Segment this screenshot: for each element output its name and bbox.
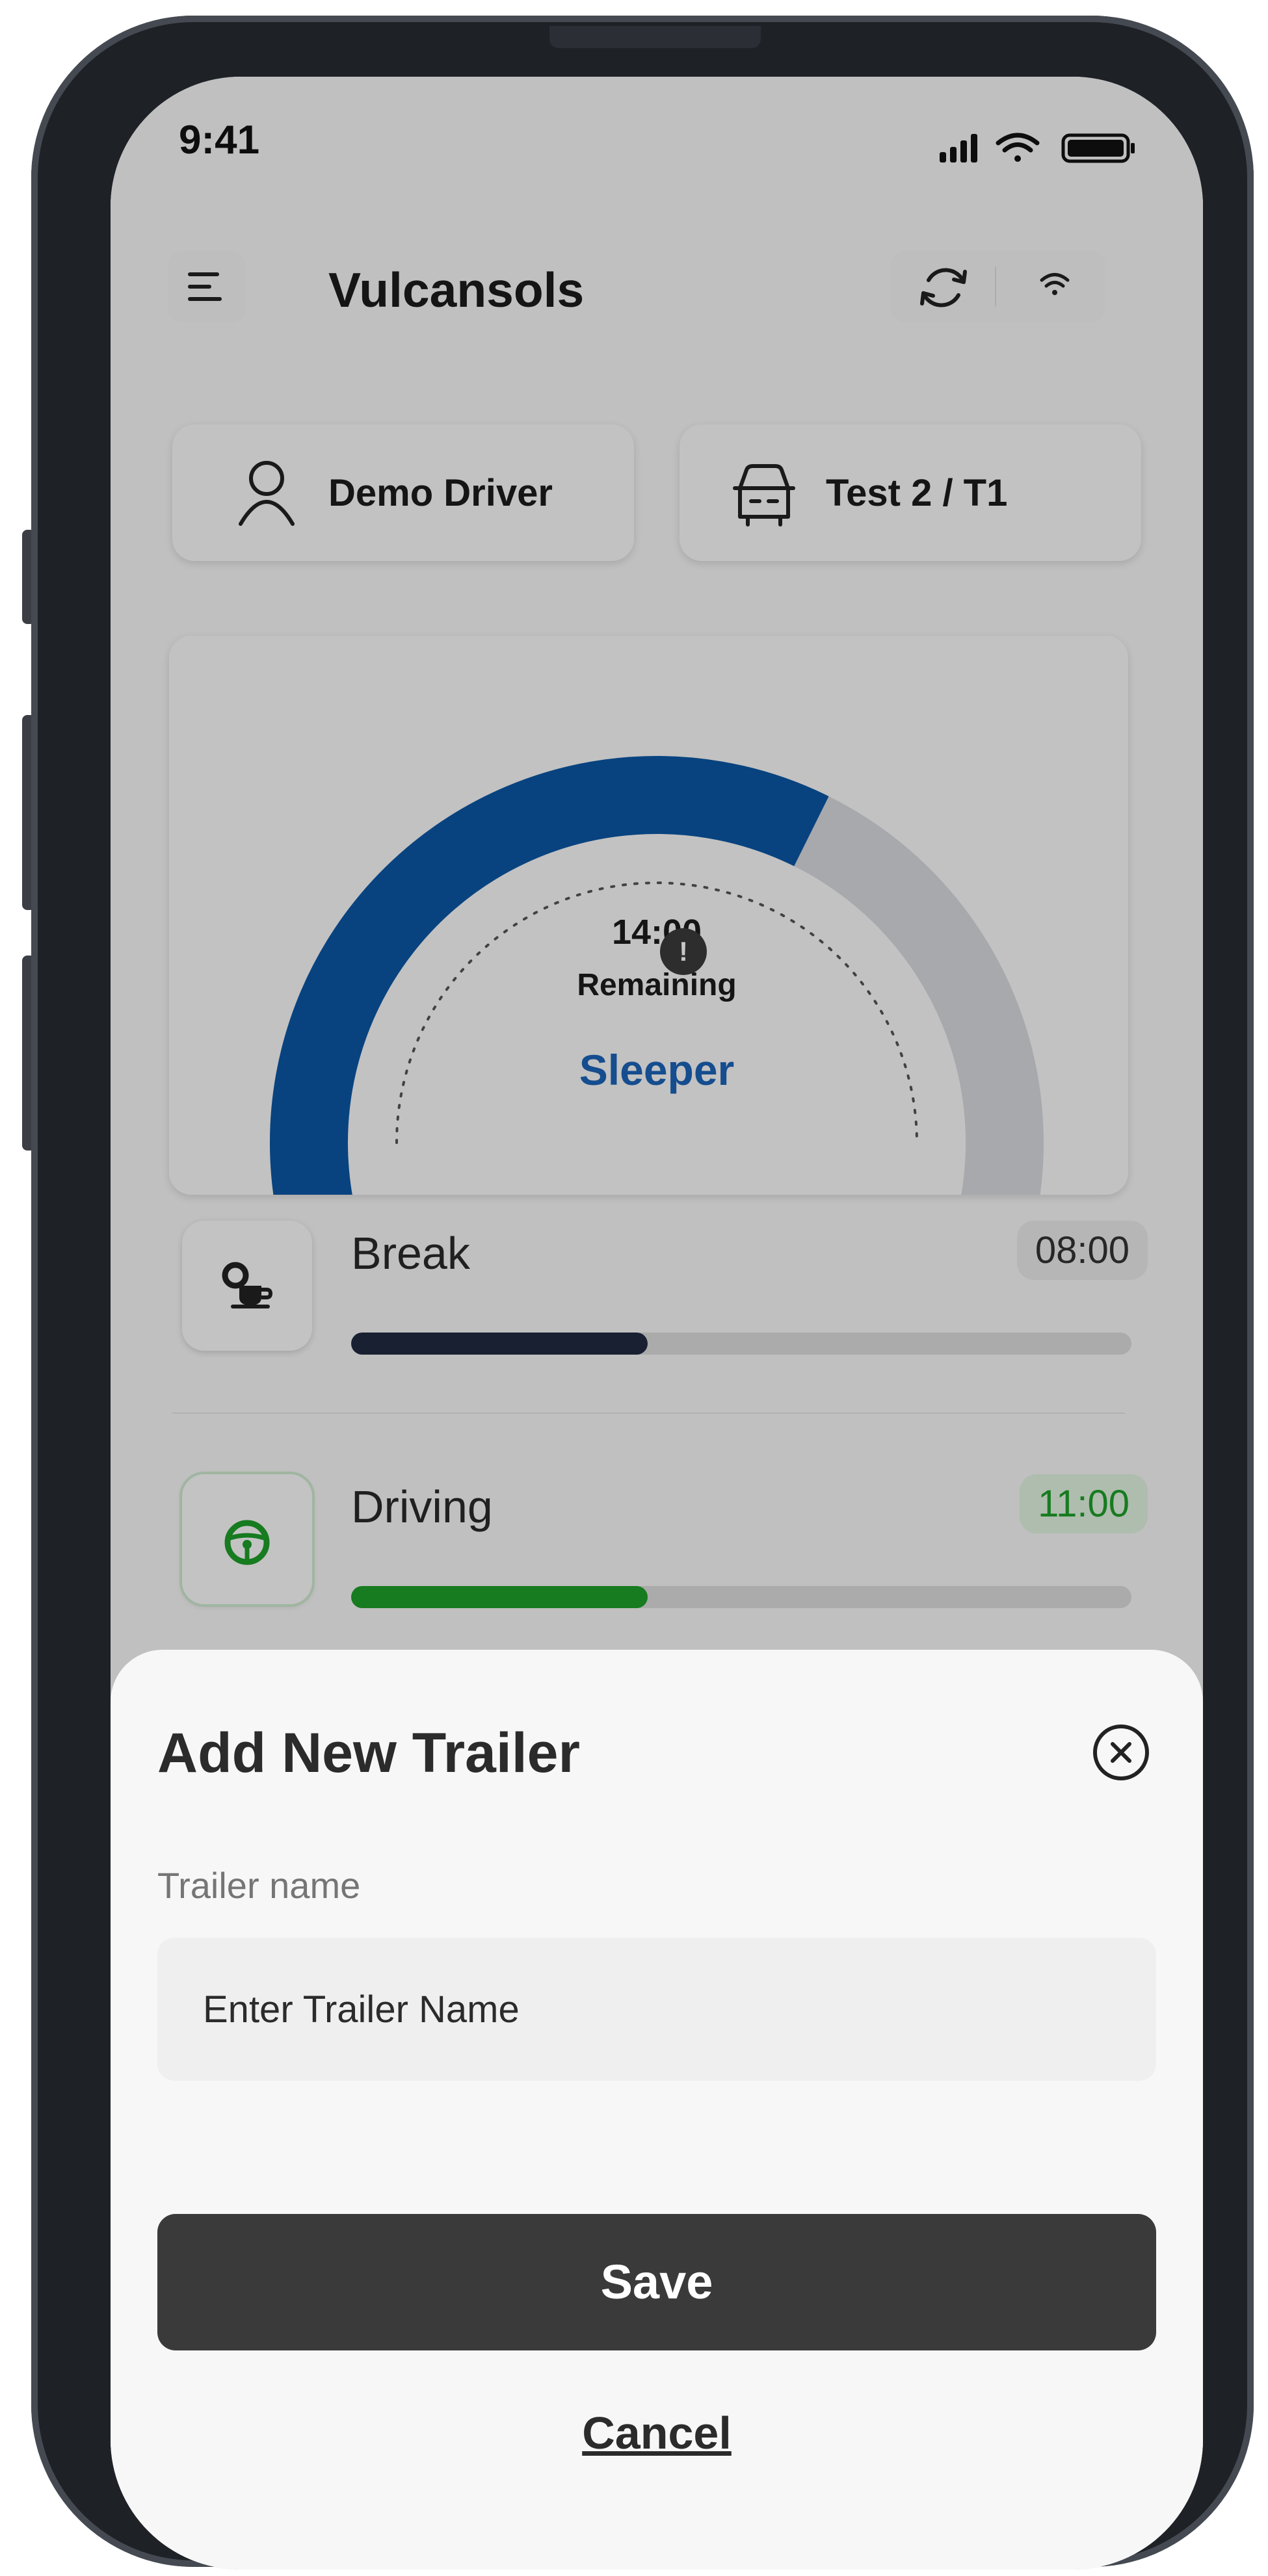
phone-screen: 9:41 Vulcansols Demo Driver Test 2 / T1 … — [111, 77, 1203, 2569]
add-trailer-sheet: Add New Trailer Trailer name Save Cancel — [111, 1650, 1203, 2569]
trailer-name-label: Trailer name — [157, 1865, 361, 1906]
cancel-button[interactable]: Cancel — [111, 2407, 1203, 2459]
speaker-slot — [549, 26, 761, 48]
trailer-name-input[interactable] — [157, 1938, 1156, 2081]
save-button[interactable]: Save — [157, 2214, 1156, 2350]
close-icon[interactable] — [1091, 1723, 1151, 1782]
sheet-title: Add New Trailer — [157, 1722, 580, 1784]
app-background: 9:41 Vulcansols Demo Driver Test 2 / T1 … — [111, 77, 1203, 2569]
